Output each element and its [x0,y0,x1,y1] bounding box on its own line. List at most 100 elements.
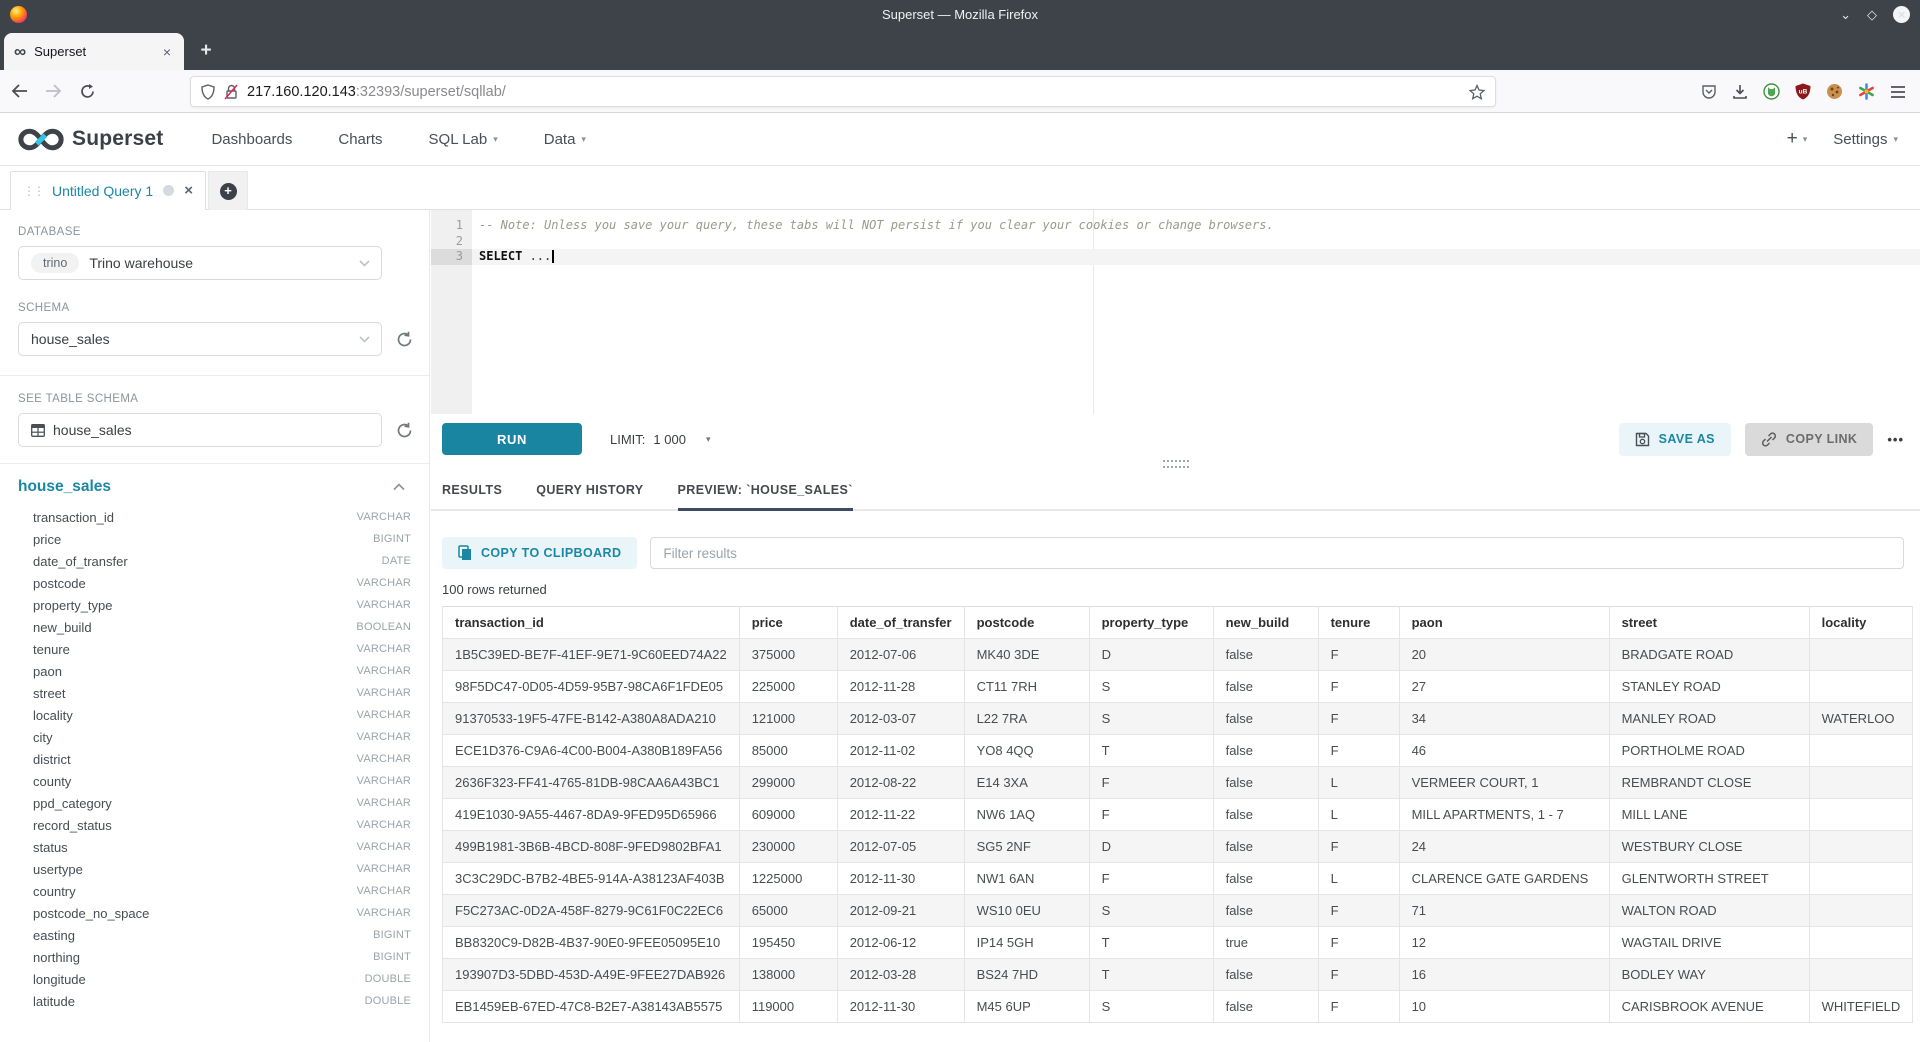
column-type: VARCHAR [357,797,411,809]
nav-item-data[interactable]: Data▾ [544,131,586,148]
more-options-button[interactable]: ••• [1887,432,1904,447]
url-text: 217.160.120.143:32393/superset/sqllab/ [247,84,1469,100]
schema-column-row: latitudeDOUBLE [18,990,411,1012]
table-cell: 121000 [739,703,837,735]
copy-to-clipboard-button[interactable]: COPY TO CLIPBOARD [442,537,637,569]
new-query-tab-button[interactable]: + [208,171,248,210]
window-minimize-icon[interactable]: ⌄ [1840,8,1851,21]
drag-handle-icon[interactable]: ⋮⋮ [23,184,43,198]
run-button[interactable]: RUN [442,423,582,455]
tab-close-icon[interactable]: × [160,44,174,60]
table-cell: 27 [1399,671,1609,703]
table-header-new_build[interactable]: new_build [1213,607,1318,639]
schema-column-row: localityVARCHAR [18,704,411,726]
table-cell: F [1089,799,1213,831]
pocket-icon[interactable] [1701,84,1717,100]
collapse-chevron-icon[interactable] [393,483,405,491]
shield-icon[interactable] [201,84,215,100]
cookie-icon[interactable] [1826,83,1843,100]
refresh-table-icon[interactable] [396,422,413,439]
column-name: easting [33,928,373,943]
table-cell: 98F5DC47-0D05-4D59-95B7-98CA6F1FDE05 [443,671,740,703]
table-header-transaction_id[interactable]: transaction_id [443,607,740,639]
table-row: 3C3C29DC-B7B2-4BE5-914A-A38123AF403B1225… [443,863,1913,895]
editor-code-area[interactable]: -- Note: Unless you save your query, the… [472,210,1920,414]
url-bar[interactable]: 217.160.120.143:32393/superset/sqllab/ [190,76,1496,107]
sql-editor[interactable]: 1 2 3 -- Note: Unless you save your quer… [431,210,1920,414]
window-maximize-icon[interactable]: ◇ [1867,8,1877,21]
column-name: postcode_no_space [33,906,357,921]
column-name: record_status [33,818,357,833]
column-name: tenure [33,642,357,657]
back-icon[interactable] [4,76,34,106]
table-cell: VERMEER COURT, 1 [1399,767,1609,799]
table-header-property_type[interactable]: property_type [1089,607,1213,639]
table-cell: S [1089,671,1213,703]
schema-column-row: usertypeVARCHAR [18,858,411,880]
settings-menu-button[interactable]: Settings▾ [1833,131,1898,148]
schema-select[interactable]: house_sales [18,322,382,356]
filter-results-input[interactable] [650,537,1904,569]
table-header-tenure[interactable]: tenure [1318,607,1399,639]
forward-icon[interactable] [38,76,68,106]
table-header-postcode[interactable]: postcode [964,607,1089,639]
copy-link-button[interactable]: COPY LINK [1745,423,1873,456]
table-cell: 2012-06-12 [837,927,964,959]
table-cell: F [1318,959,1399,991]
new-tab-button[interactable]: + [192,37,220,65]
refresh-schema-icon[interactable] [396,331,413,348]
query-tab-close-icon[interactable]: × [184,182,193,199]
table-header-date_of_transfer[interactable]: date_of_transfer [837,607,964,639]
table-cell: false [1213,703,1318,735]
table-header-locality[interactable]: locality [1809,607,1913,639]
table-cell [1809,927,1913,959]
download-icon[interactable] [1732,84,1748,100]
table-cell: 24 [1399,831,1609,863]
results-tab-1[interactable]: QUERY HISTORY [536,474,643,509]
extension-asterisk-icon[interactable] [1858,83,1875,100]
table-cell: L [1318,767,1399,799]
table-cell: 2012-09-21 [837,895,964,927]
limit-dropdown[interactable]: LIMIT: 1 000 ▾ [610,432,710,447]
ublock-icon[interactable]: uB [1795,83,1811,100]
table-row: 91370533-19F5-47FE-B142-A380A8ADA2101210… [443,703,1913,735]
table-header-paon[interactable]: paon [1399,607,1609,639]
table-cell [1809,735,1913,767]
table-cell: STANLEY ROAD [1609,671,1809,703]
superset-favicon-icon: ∞ [14,43,26,60]
table-cell: false [1213,671,1318,703]
preview-table: transaction_idpricedate_of_transferpostc… [442,606,1913,1023]
table-cell [1809,799,1913,831]
results-tab-2[interactable]: PREVIEW: `HOUSE_SALES` [678,474,853,509]
nav-item-dashboards[interactable]: Dashboards [211,131,292,148]
table-cell: F [1318,735,1399,767]
results-tab-0[interactable]: RESULTS [442,474,502,509]
bookmark-star-icon[interactable] [1469,84,1485,100]
window-close-icon[interactable]: × [1893,6,1910,23]
browser-tab[interactable]: ∞ Superset × [4,33,184,70]
schema-column-row: transaction_idVARCHAR [18,506,411,528]
save-as-button[interactable]: SAVE AS [1619,423,1731,456]
table-cell: false [1213,831,1318,863]
table-cell: BRADGATE ROAD [1609,639,1809,671]
table-cell: WESTBURY CLOSE [1609,831,1809,863]
pane-resize-handle[interactable] [1163,460,1189,468]
table-cell: false [1213,895,1318,927]
brand-name: Superset [72,127,163,151]
table-cell: 46 [1399,735,1609,767]
column-type: VARCHAR [357,819,411,831]
database-select[interactable]: trino Trino warehouse [18,246,382,280]
table-header-price[interactable]: price [739,607,837,639]
superset-logo[interactable]: Superset [18,126,163,153]
query-tab-active[interactable]: ⋮⋮ Untitled Query 1 × [10,171,206,210]
schema-column-row: paonVARCHAR [18,660,411,682]
nav-item-charts[interactable]: Charts [338,131,382,148]
privacy-badger-icon[interactable] [1763,83,1780,100]
table-select[interactable]: house_sales [18,413,382,447]
insecure-lock-icon[interactable] [224,84,239,100]
add-menu-button[interactable]: +▾ [1787,128,1808,150]
nav-item-sql-lab[interactable]: SQL Lab▾ [429,131,498,148]
menu-hamburger-icon[interactable] [1890,85,1906,99]
reload-icon[interactable] [72,76,102,106]
table-header-street[interactable]: street [1609,607,1809,639]
